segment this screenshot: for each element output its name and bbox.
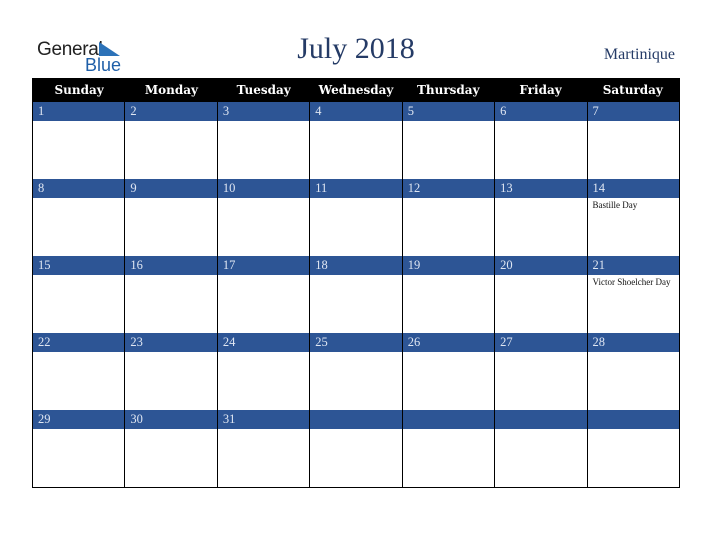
week-row: 1234567: [33, 102, 679, 179]
day-number: 29: [33, 410, 125, 429]
weekday-sunday: Sunday: [54, 83, 104, 97]
weekday-tuesday: Tuesday: [236, 83, 291, 97]
day-number: 3: [217, 102, 310, 121]
day-number: 12: [402, 179, 495, 198]
holiday-label: Bastille Day: [592, 200, 638, 210]
day-cell[interactable]: 29: [33, 410, 126, 487]
day-cell[interactable]: 16: [125, 256, 218, 333]
day-cell[interactable]: 7: [587, 102, 679, 179]
day-number: 1: [33, 102, 125, 121]
day-number: 25: [310, 333, 402, 352]
day-cell[interactable]: 31: [217, 410, 311, 487]
weekday-wednesday: Wednesday: [318, 83, 394, 97]
day-cell[interactable]: 30: [125, 410, 218, 487]
day-cell[interactable]: 8: [33, 179, 126, 256]
day-number: 14: [587, 179, 679, 198]
day-cell[interactable]: 20: [495, 256, 588, 333]
day-cell[interactable]: 17: [217, 256, 311, 333]
week-row: 8 9 10 11 12 13 14 Bastille Day: [33, 179, 679, 256]
weekday-friday: Friday: [519, 83, 562, 97]
day-number: 18: [310, 256, 402, 275]
week-row: 15 16 17 18 19 20 21 Victor Shoelcher Day: [33, 256, 679, 333]
day-cell[interactable]: 24: [217, 333, 311, 410]
week-row: 29 30 31: [33, 410, 679, 487]
day-cell[interactable]: 1: [33, 102, 126, 179]
day-cell[interactable]: [310, 410, 403, 487]
day-number: 26: [402, 333, 495, 352]
day-cell[interactable]: 19: [402, 256, 496, 333]
day-cell[interactable]: 3: [217, 102, 311, 179]
country-label: Martinique: [603, 46, 675, 63]
day-number: 21: [587, 256, 679, 275]
day-number: 23: [125, 333, 217, 352]
holiday-label: Victor Shoelcher Day: [592, 277, 671, 287]
week-row: 22 23 24 25 26 27 28: [33, 333, 679, 410]
day-cell[interactable]: 13: [495, 179, 588, 256]
day-cell[interactable]: 11: [310, 179, 403, 256]
day-number: 16: [125, 256, 217, 275]
day-number: 9: [125, 179, 217, 198]
day-cell[interactable]: [495, 410, 588, 487]
day-cell[interactable]: 18: [310, 256, 403, 333]
day-number: 27: [495, 333, 587, 352]
day-number: 10: [217, 179, 310, 198]
day-number: 13: [495, 179, 587, 198]
day-number: 30: [125, 410, 217, 429]
calendar-grid: Sunday Monday Tuesday Wednesday Thursday Frid…: [32, 78, 680, 488]
day-cell[interactable]: 21 Victor Shoelcher Day: [587, 256, 679, 333]
day-number: 15: [33, 256, 125, 275]
day-number: [310, 410, 402, 429]
day-number: 7: [587, 102, 679, 121]
day-number: [402, 410, 495, 429]
day-number: 4: [310, 102, 402, 121]
day-cell[interactable]: 22: [33, 333, 126, 410]
day-cell[interactable]: 28: [587, 333, 679, 410]
day-cell[interactable]: 26: [402, 333, 496, 410]
day-number: 6: [495, 102, 587, 121]
day-cell[interactable]: 14 Bastille Day: [587, 179, 679, 256]
day-cell[interactable]: 25: [310, 333, 403, 410]
day-number: [495, 410, 587, 429]
day-cell[interactable]: 15: [33, 256, 126, 333]
day-cell[interactable]: 12: [402, 179, 496, 256]
day-number: 19: [402, 256, 495, 275]
weekday-header: Sunday Monday Tuesday Wednesday Thursday Frid…: [33, 79, 679, 102]
day-cell[interactable]: [402, 410, 496, 487]
day-number: 2: [125, 102, 217, 121]
day-number: 20: [495, 256, 587, 275]
day-number: [587, 410, 679, 429]
day-number: 11: [310, 179, 402, 198]
day-number: 17: [217, 256, 310, 275]
day-number: 24: [217, 333, 310, 352]
day-cell[interactable]: 10: [217, 179, 311, 256]
day-number: 5: [402, 102, 495, 121]
day-cell[interactable]: 27: [495, 333, 588, 410]
day-number: 8: [33, 179, 125, 198]
day-cell[interactable]: 9: [125, 179, 218, 256]
weekday-monday: Monday: [144, 83, 198, 97]
day-cell[interactable]: 2: [125, 102, 218, 179]
day-cell[interactable]: 5: [402, 102, 496, 179]
day-number: 22: [33, 333, 125, 352]
weekday-thursday: Thursday: [416, 83, 480, 97]
day-cell[interactable]: 4: [310, 102, 403, 179]
day-number: 28: [587, 333, 679, 352]
day-cell[interactable]: [587, 410, 679, 487]
day-number: 31: [217, 410, 310, 429]
weekday-saturday: Saturday: [602, 83, 663, 97]
day-cell[interactable]: 6: [495, 102, 588, 179]
day-cell[interactable]: 23: [125, 333, 218, 410]
